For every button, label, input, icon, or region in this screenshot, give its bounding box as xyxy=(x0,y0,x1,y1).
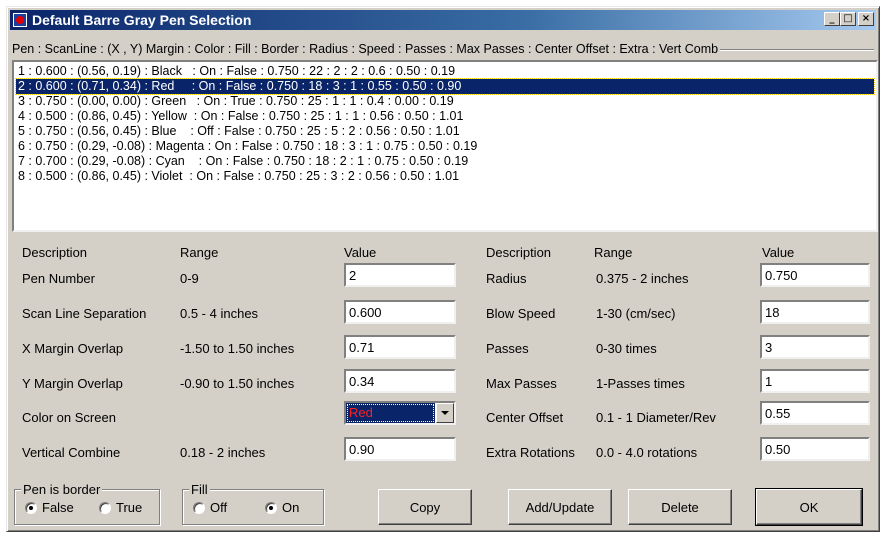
maximize-button[interactable]: □ xyxy=(840,12,856,26)
color-select-value: Red xyxy=(346,403,435,423)
left-header-description: Description xyxy=(22,245,88,260)
passes-range: 0-30 times xyxy=(596,341,657,356)
x-margin-label: X Margin Overlap xyxy=(22,341,124,356)
list-item[interactable]: 1 : 0.600 : (0.56, 0.19) : Black : On : … xyxy=(16,64,874,79)
minimize-button[interactable]: _ xyxy=(824,12,840,26)
pen-border-false-option[interactable]: False xyxy=(25,500,74,515)
window-title: Default Barre Gray Pen Selection xyxy=(32,12,252,28)
ok-button[interactable]: OK xyxy=(755,488,863,526)
chevron-down-icon[interactable] xyxy=(436,403,454,423)
pen-number-label: Pen Number xyxy=(22,271,95,286)
list-item[interactable]: 3 : 0.750 : (0.00, 0.00) : Green : On : … xyxy=(16,94,874,109)
add-update-button[interactable]: Add/Update xyxy=(508,489,612,525)
pen-border-false-label: False xyxy=(42,500,74,515)
fill-group: Fill Off On xyxy=(182,482,324,525)
left-header-value: Value xyxy=(344,245,377,260)
pen-border-group-label: Pen is border xyxy=(21,482,103,497)
x-margin-range: -1.50 to 1.50 inches xyxy=(180,341,295,356)
blow-speed-label: Blow Speed xyxy=(486,306,556,321)
list-item[interactable]: 4 : 0.500 : (0.86, 0.45) : Yellow : On :… xyxy=(16,109,874,124)
list-item[interactable]: 7 : 0.700 : (0.29, -0.08) : Cyan : On : … xyxy=(16,154,874,169)
list-item[interactable]: 8 : 0.500 : (0.86, 0.45) : Violet : On :… xyxy=(16,169,874,184)
max-passes-input[interactable] xyxy=(760,369,870,393)
center-offset-input[interactable] xyxy=(760,401,870,425)
scan-line-input[interactable] xyxy=(344,300,456,324)
radio-unchecked-icon[interactable] xyxy=(99,501,111,514)
pen-number-input[interactable] xyxy=(344,263,456,287)
copy-button[interactable]: Copy xyxy=(378,489,472,525)
fill-off-option[interactable]: Off xyxy=(193,500,227,515)
max-passes-label: Max Passes xyxy=(486,376,557,391)
radio-checked-icon[interactable] xyxy=(265,501,277,514)
extra-rotations-input[interactable] xyxy=(760,437,870,461)
title-bar[interactable]: Default Barre Gray Pen Selection _ □ × xyxy=(10,10,876,30)
list-item[interactable]: 5 : 0.750 : (0.56, 0.45) : Blue : Off : … xyxy=(16,124,874,139)
radio-checked-icon[interactable] xyxy=(25,501,37,514)
pen-border-true-option[interactable]: True xyxy=(99,500,142,515)
pen-border-group: Pen is border False True xyxy=(14,482,160,525)
max-passes-range: 1-Passes times xyxy=(596,376,685,391)
list-header-row: Pen : ScanLine : (X , Y) Margin : Color … xyxy=(12,42,874,58)
list-item[interactable]: 2 : 0.600 : (0.71, 0.34) : Red : On : Fa… xyxy=(15,78,875,95)
blow-speed-input[interactable] xyxy=(760,300,870,324)
y-margin-input[interactable] xyxy=(344,369,456,393)
pen-border-true-label: True xyxy=(116,500,143,515)
right-header-value: Value xyxy=(762,245,795,260)
vertical-combine-input[interactable] xyxy=(344,437,456,461)
right-header-range: Range xyxy=(594,245,633,260)
window-controls: _ □ × xyxy=(824,12,874,26)
color-select[interactable]: Red xyxy=(344,401,456,425)
fill-off-label: Off xyxy=(210,500,228,515)
pen-list-items: 1 : 0.600 : (0.56, 0.19) : Black : On : … xyxy=(15,64,875,184)
x-margin-input[interactable] xyxy=(344,335,456,359)
vertical-combine-range: 0.18 - 2 inches xyxy=(180,445,266,460)
center-offset-range: 0.1 - 1 Diameter/Rev xyxy=(596,410,716,425)
center-offset-label: Center Offset xyxy=(486,410,564,425)
list-item[interactable]: 6 : 0.750 : (0.29, -0.08) : Magenta : On… xyxy=(16,139,874,154)
passes-label: Passes xyxy=(486,341,529,356)
radius-range: 0.375 - 2 inches xyxy=(596,271,689,286)
extra-rotations-label: Extra Rotations xyxy=(486,445,575,460)
fill-group-label: Fill xyxy=(189,482,210,497)
fill-on-option[interactable]: On xyxy=(265,500,299,515)
fill-on-label: On xyxy=(282,500,300,515)
radius-input[interactable] xyxy=(760,263,870,287)
radio-unchecked-icon[interactable] xyxy=(193,501,205,514)
color-label: Color on Screen xyxy=(22,410,116,425)
passes-input[interactable] xyxy=(760,335,870,359)
list-column-header: Pen : ScanLine : (X , Y) Margin : Color … xyxy=(12,42,721,56)
blow-speed-range: 1-30 (cm/sec) xyxy=(596,306,676,321)
app-icon[interactable] xyxy=(13,13,27,27)
close-button[interactable]: × xyxy=(858,12,874,26)
pen-list[interactable]: 1 : 0.600 : (0.56, 0.19) : Black : On : … xyxy=(12,60,878,232)
right-header-description: Description xyxy=(486,245,552,260)
scan-line-label: Scan Line Separation xyxy=(22,306,147,321)
radius-label: Radius xyxy=(486,271,527,286)
y-margin-range: -0.90 to 1.50 inches xyxy=(180,376,295,391)
y-margin-label: Y Margin Overlap xyxy=(22,376,123,391)
delete-button[interactable]: Delete xyxy=(628,489,732,525)
extra-rotations-range: 0.0 - 4.0 rotations xyxy=(596,445,698,460)
left-header-range: Range xyxy=(180,245,219,260)
vertical-combine-label: Vertical Combine xyxy=(22,445,121,460)
scan-line-range: 0.5 - 4 inches xyxy=(180,306,259,321)
pen-number-range: 0-9 xyxy=(180,271,199,286)
